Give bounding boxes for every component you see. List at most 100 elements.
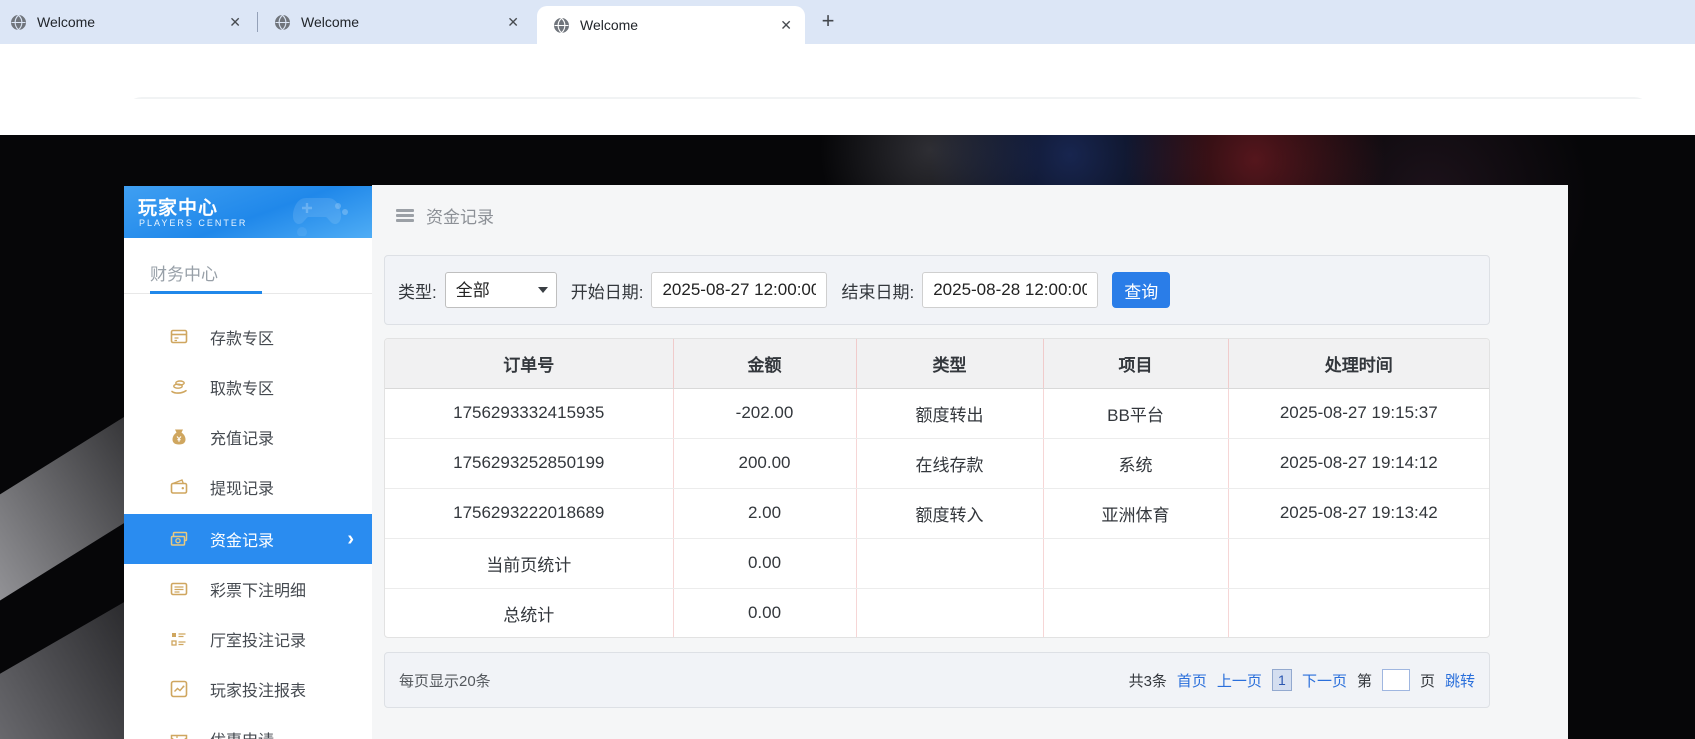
close-icon[interactable]: ✕ bbox=[502, 12, 524, 33]
cell-amount: -202.00 bbox=[673, 388, 856, 438]
end-date-input[interactable] bbox=[922, 272, 1098, 308]
type-select[interactable]: 全部 bbox=[445, 272, 557, 308]
cell-project: BB平台 bbox=[1043, 388, 1228, 438]
cell-label: 当前页统计 bbox=[385, 538, 673, 588]
cell-type: 额度转出 bbox=[856, 388, 1043, 438]
jump-prefix-label: 第 bbox=[1357, 670, 1372, 691]
sidebar-item-withdrawal-records[interactable]: 提现记录 bbox=[124, 462, 372, 512]
cell-label: 总统计 bbox=[385, 588, 673, 638]
money-bag-icon bbox=[170, 428, 188, 446]
sidebar-item-deposit-zone[interactable]: 存款专区 bbox=[124, 312, 372, 362]
sidebar-title: 玩家中心 bbox=[138, 193, 218, 220]
cell-amount: 2.00 bbox=[673, 488, 856, 538]
cell-order-no: 1756293222018689 bbox=[385, 488, 673, 538]
jump-link[interactable]: 跳转 bbox=[1445, 670, 1475, 691]
globe-favicon bbox=[553, 17, 570, 34]
cell-project: 系统 bbox=[1043, 438, 1228, 488]
bookmarks-bar: 宝 百度一下 bbox=[0, 99, 1695, 135]
cell-time: 2025-08-27 19:15:37 bbox=[1228, 388, 1489, 438]
tab-title: Welcome bbox=[580, 17, 767, 33]
sidebar-item-player-bet-report[interactable]: 玩家投注报表 bbox=[124, 664, 372, 714]
jump-suffix-label: 页 bbox=[1420, 670, 1435, 691]
browser-window: Welcome ✕ Welcome ✕ Welcome ✕ + js13.cc/… bbox=[0, 0, 1695, 739]
sidebar-item-label: 充值记录 bbox=[210, 425, 274, 449]
new-tab-button[interactable]: + bbox=[814, 8, 842, 36]
table-row-grand-total: 总统计 0.00 bbox=[385, 588, 1489, 638]
sidebar-item-label: 玩家投注报表 bbox=[210, 677, 306, 701]
start-date-label: 开始日期: bbox=[571, 278, 644, 303]
main-panel: 资金记录 类型: 全部 开始日期: 结束日期: 查询 订单号 bbox=[372, 185, 1568, 739]
tab-welcome-3-active[interactable]: Welcome ✕ bbox=[537, 6, 805, 44]
cell-type: 额度转入 bbox=[856, 488, 1043, 538]
table-row: 1756293332415935 -202.00 额度转出 BB平台 2025-… bbox=[385, 388, 1489, 438]
cell-empty bbox=[856, 588, 1043, 638]
sidebar-item-label: 存款专区 bbox=[210, 325, 274, 349]
sidebar-item-lottery-bet-details[interactable]: 彩票下注明细 bbox=[124, 564, 372, 614]
cell-time: 2025-08-27 19:13:42 bbox=[1228, 488, 1489, 538]
sidebar-section-label: 财务中心 bbox=[150, 260, 218, 285]
cell-amount: 0.00 bbox=[673, 538, 856, 588]
sidebar-header: 玩家中心 PLAYERS CENTER bbox=[124, 186, 372, 238]
table-header-row: 订单号 金额 类型 项目 处理时间 bbox=[385, 339, 1489, 388]
tab-title: Welcome bbox=[301, 14, 494, 30]
list-card-icon bbox=[170, 580, 188, 598]
banknotes-icon bbox=[170, 530, 188, 548]
cell-order-no: 1756293332415935 bbox=[385, 388, 673, 438]
page-title: 资金记录 bbox=[426, 203, 494, 228]
chevron-right-icon: › bbox=[347, 529, 354, 549]
globe-favicon bbox=[10, 14, 27, 31]
cell-amount: 0.00 bbox=[673, 588, 856, 638]
cell-empty bbox=[1228, 538, 1489, 588]
cell-time: 2025-08-27 19:14:12 bbox=[1228, 438, 1489, 488]
first-page-link[interactable]: 首页 bbox=[1177, 670, 1207, 691]
sidebar-item-label: 彩票下注明细 bbox=[210, 577, 306, 601]
column-header-project: 项目 bbox=[1043, 339, 1228, 388]
prev-page-link[interactable]: 上一页 bbox=[1217, 670, 1262, 691]
sidebar: 玩家中心 PLAYERS CENTER 财务中心 存款专区 取款专区 充值记录 … bbox=[124, 186, 372, 739]
sidebar-item-label: 取款专区 bbox=[210, 375, 274, 399]
table-row-page-total: 当前页统计 0.00 bbox=[385, 538, 1489, 588]
cell-amount: 200.00 bbox=[673, 438, 856, 488]
start-date-input[interactable] bbox=[651, 272, 827, 308]
total-count-text: 共3条 bbox=[1129, 670, 1167, 691]
tab-welcome-1[interactable]: Welcome ✕ bbox=[0, 0, 252, 44]
sidebar-item-withdraw-zone[interactable]: 取款专区 bbox=[124, 362, 372, 412]
gamepad-icon bbox=[286, 190, 364, 236]
end-date-label: 结束日期: bbox=[841, 278, 914, 303]
next-page-link[interactable]: 下一页 bbox=[1302, 670, 1347, 691]
cell-project: 亚洲体育 bbox=[1043, 488, 1228, 538]
sidebar-item-funds-records[interactable]: 资金记录 › bbox=[124, 514, 372, 564]
sidebar-subtitle: PLAYERS CENTER bbox=[139, 218, 247, 228]
cell-type: 在线存款 bbox=[856, 438, 1043, 488]
cell-empty bbox=[1043, 538, 1228, 588]
close-icon[interactable]: ✕ bbox=[224, 12, 246, 33]
column-header-type: 类型 bbox=[856, 339, 1043, 388]
sidebar-item-label: 厅室投注记录 bbox=[210, 627, 306, 651]
sidebar-item-label: 优惠申请 bbox=[210, 727, 274, 739]
sidebar-item-label: 资金记录 bbox=[210, 527, 274, 551]
close-icon[interactable]: ✕ bbox=[775, 15, 797, 36]
type-select-wrap: 全部 bbox=[445, 272, 557, 308]
jump-page-input[interactable] bbox=[1382, 669, 1410, 691]
sidebar-item-promo-apply[interactable]: 优惠申请 bbox=[124, 714, 372, 739]
tab-welcome-2[interactable]: Welcome ✕ bbox=[262, 0, 530, 44]
hand-coins-icon bbox=[170, 378, 188, 396]
search-button[interactable]: 查询 bbox=[1112, 272, 1170, 308]
table-row: 1756293222018689 2.00 额度转入 亚洲体育 2025-08-… bbox=[385, 488, 1489, 538]
ticket-icon bbox=[170, 730, 188, 739]
type-label: 类型: bbox=[398, 278, 437, 303]
sidebar-item-hall-bet-records[interactable]: 厅室投注记录 bbox=[124, 614, 372, 664]
cell-empty bbox=[856, 538, 1043, 588]
tab-strip: Welcome ✕ Welcome ✕ Welcome ✕ + bbox=[0, 0, 1695, 44]
current-page-indicator[interactable]: 1 bbox=[1272, 669, 1292, 691]
cell-empty bbox=[1043, 588, 1228, 638]
chart-report-icon bbox=[170, 680, 188, 698]
page-size-text: 每页显示20条 bbox=[399, 670, 491, 691]
filter-bar: 类型: 全部 开始日期: 结束日期: 查询 bbox=[384, 255, 1490, 325]
deposit-machine-icon bbox=[170, 328, 188, 346]
wallet-icon bbox=[170, 478, 188, 496]
list-squares-icon bbox=[170, 630, 188, 648]
browser-toolbar: js13.cc/hhcp/usercenter.html?iniType=6 bbox=[0, 44, 1695, 99]
sidebar-item-recharge-records[interactable]: 充值记录 bbox=[124, 412, 372, 462]
menu-toggle-icon[interactable] bbox=[396, 209, 414, 222]
